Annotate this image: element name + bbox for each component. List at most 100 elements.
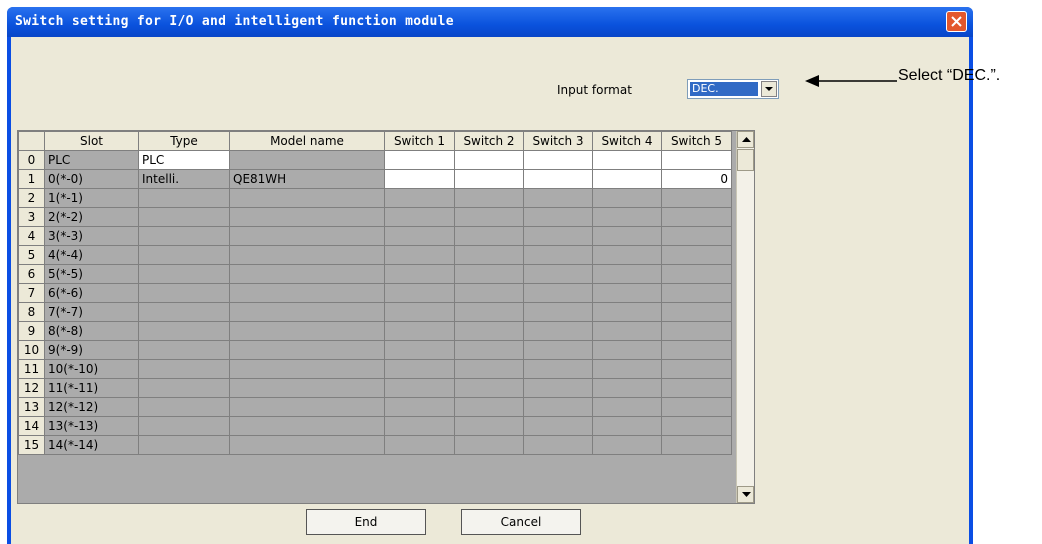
- slot-cell: 14(*-14): [44, 435, 139, 455]
- table-row: 3 2(*-2): [18, 207, 732, 227]
- slot-cell: 11(*-11): [44, 378, 139, 398]
- switch-5-cell: [661, 207, 732, 227]
- model-name-cell: [229, 245, 385, 265]
- slot-cell: 10(*-10): [44, 359, 139, 379]
- switch-setting-grid: Slot Type Model name Switch 1 Switch 2 S…: [17, 130, 755, 504]
- table-row: 8 7(*-7): [18, 302, 732, 322]
- scroll-up-button[interactable]: [737, 131, 754, 148]
- column-header-type[interactable]: Type: [138, 131, 230, 151]
- column-header-model-name[interactable]: Model name: [229, 131, 385, 151]
- switch-1-cell: [384, 188, 455, 208]
- switch-3-cell: [523, 416, 593, 436]
- switch-1-cell: [384, 321, 455, 341]
- switch-3-cell: [523, 378, 593, 398]
- model-name-cell: [229, 226, 385, 246]
- input-format-value: DEC.: [690, 82, 758, 96]
- switch-2-cell: [454, 340, 524, 360]
- scroll-thumb[interactable]: [737, 149, 754, 171]
- dropdown-button[interactable]: [761, 81, 777, 97]
- slot-cell: 7(*-7): [44, 302, 139, 322]
- column-header-switch-4[interactable]: Switch 4: [592, 131, 662, 151]
- switch-4-cell: [592, 245, 662, 265]
- model-name-cell: [229, 397, 385, 417]
- switch-1-cell[interactable]: [384, 150, 455, 170]
- table-row: 1 0(*-0) Intelli. QE81WH 0: [18, 169, 732, 189]
- cancel-button[interactable]: Cancel: [461, 509, 581, 535]
- switch-2-cell[interactable]: [454, 150, 524, 170]
- type-cell: [138, 188, 230, 208]
- dialog-body: Input format DEC. Slot Type Model name S…: [11, 37, 969, 544]
- input-format-select[interactable]: DEC.: [687, 79, 779, 99]
- model-name-cell: [229, 435, 385, 455]
- switch-3-cell: [523, 302, 593, 322]
- type-cell: [138, 283, 230, 303]
- column-header-slot[interactable]: Slot: [44, 131, 139, 151]
- window-title: Switch setting for I/O and intelligent f…: [15, 14, 454, 29]
- row-number: 3: [18, 207, 45, 227]
- row-number: 11: [18, 359, 45, 379]
- slot-cell: PLC: [44, 150, 139, 170]
- switch-5-cell: [661, 283, 732, 303]
- switch-3-cell: [523, 283, 593, 303]
- scroll-up-icon: [742, 137, 751, 142]
- slot-cell: 0(*-0): [44, 169, 139, 189]
- switch-5-cell: [661, 302, 732, 322]
- slot-cell: 8(*-8): [44, 321, 139, 341]
- vertical-scrollbar[interactable]: [736, 131, 754, 503]
- switch-5-cell[interactable]: [661, 150, 732, 170]
- table-row: 2 1(*-1): [18, 188, 732, 208]
- switch-5-cell: [661, 340, 732, 360]
- type-cell: [138, 416, 230, 436]
- row-number: 0: [18, 150, 45, 170]
- row-number: 1: [18, 169, 45, 189]
- switch-5-cell: [661, 359, 732, 379]
- type-cell: Intelli.: [138, 169, 230, 189]
- table-row: 4 3(*-3): [18, 226, 732, 246]
- title-bar[interactable]: Switch setting for I/O and intelligent f…: [7, 7, 973, 37]
- switch-4-cell: [592, 302, 662, 322]
- switch-1-cell: [384, 359, 455, 379]
- slot-cell: 3(*-3): [44, 226, 139, 246]
- switch-5-cell: [661, 321, 732, 341]
- switch-4-cell[interactable]: [592, 150, 662, 170]
- switch-1-cell[interactable]: [384, 169, 455, 189]
- switch-3-cell: [523, 359, 593, 379]
- model-name-cell: [229, 264, 385, 284]
- row-number: 10: [18, 340, 45, 360]
- switch-4-cell: [592, 188, 662, 208]
- type-cell: [138, 226, 230, 246]
- model-name-cell: [229, 416, 385, 436]
- model-name-cell: [229, 188, 385, 208]
- slot-cell: 12(*-12): [44, 397, 139, 417]
- column-header-switch-1[interactable]: Switch 1: [384, 131, 455, 151]
- model-name-cell: [229, 150, 385, 170]
- model-name-cell: [229, 340, 385, 360]
- close-icon: [951, 16, 962, 27]
- switch-4-cell[interactable]: [592, 169, 662, 189]
- switch-3-cell[interactable]: [523, 169, 593, 189]
- switch-3-cell: [523, 340, 593, 360]
- table-row: 12 11(*-11): [18, 378, 732, 398]
- switch-2-cell: [454, 397, 524, 417]
- column-header-switch-2[interactable]: Switch 2: [454, 131, 524, 151]
- switch-4-cell: [592, 283, 662, 303]
- switch-2-cell[interactable]: [454, 169, 524, 189]
- column-header-switch-5[interactable]: Switch 5: [661, 131, 732, 151]
- switch-1-cell: [384, 397, 455, 417]
- switch-2-cell: [454, 245, 524, 265]
- switch-3-cell: [523, 321, 593, 341]
- slot-cell: 6(*-6): [44, 283, 139, 303]
- input-format-label: Input format: [557, 83, 632, 97]
- slot-cell: 2(*-2): [44, 207, 139, 227]
- switch-5-cell[interactable]: 0: [661, 169, 732, 189]
- table-row: 10 9(*-9): [18, 340, 732, 360]
- type-cell: [138, 321, 230, 341]
- column-header-switch-3[interactable]: Switch 3: [523, 131, 593, 151]
- switch-3-cell[interactable]: [523, 150, 593, 170]
- table-row: 11 10(*-10): [18, 359, 732, 379]
- end-button[interactable]: End: [306, 509, 426, 535]
- switch-1-cell: [384, 340, 455, 360]
- scroll-down-button[interactable]: [737, 486, 754, 503]
- close-button[interactable]: [946, 11, 967, 32]
- switch-3-cell: [523, 264, 593, 284]
